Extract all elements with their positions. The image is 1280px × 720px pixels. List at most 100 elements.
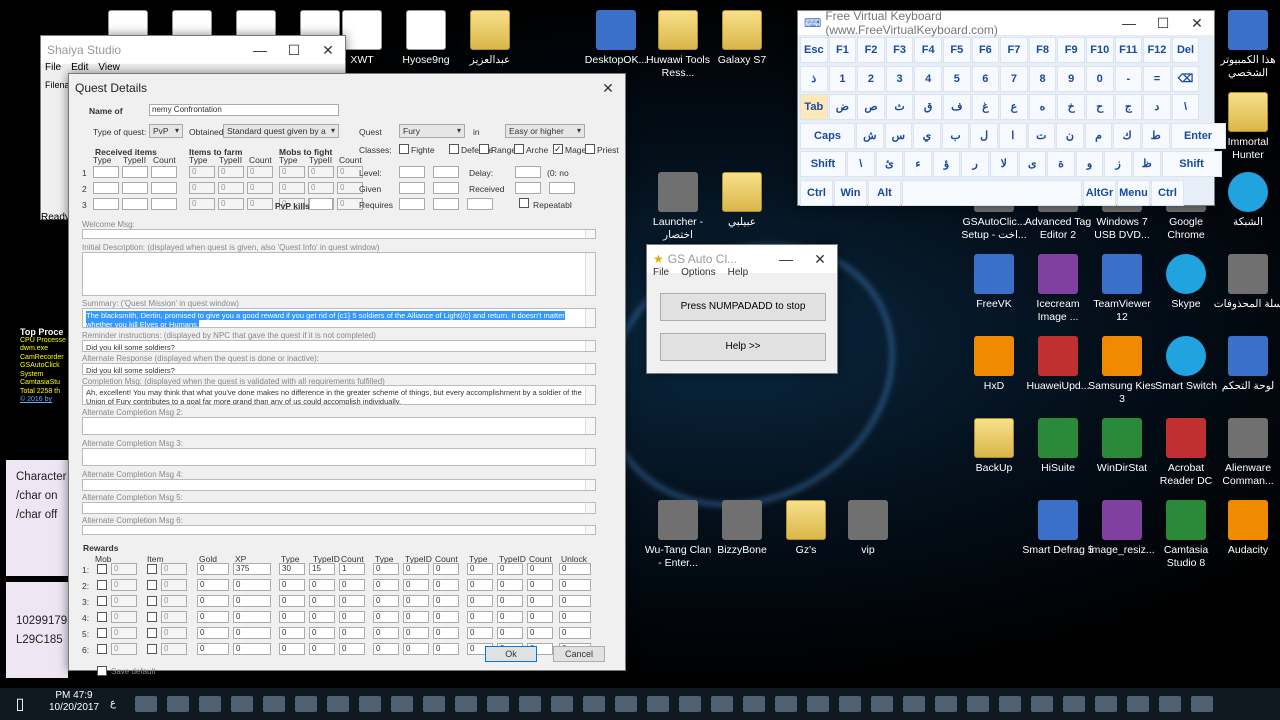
reward-extra-input[interactable]: 0 xyxy=(467,627,493,639)
reward-gold-input[interactable]: 0 xyxy=(197,611,229,623)
key[interactable]: F7 xyxy=(1000,37,1028,63)
key[interactable]: ج xyxy=(1114,94,1143,120)
reward-t1-input[interactable]: 0 xyxy=(279,579,305,591)
difficulty-select[interactable]: Easy or higher xyxy=(505,124,585,138)
grid-input[interactable]: 0 xyxy=(308,182,334,194)
key[interactable]: Ctrl xyxy=(1151,179,1184,206)
obtained-select[interactable]: Standard quest given by a xyxy=(223,124,339,138)
mob-checkbox[interactable] xyxy=(97,564,107,574)
class-checkbox[interactable] xyxy=(399,144,409,154)
item-checkbox[interactable] xyxy=(147,580,157,590)
reward-extra-input[interactable]: 0 xyxy=(559,563,591,575)
reward-gold-input[interactable]: 0 xyxy=(197,595,229,607)
key[interactable]: ق xyxy=(914,94,942,120)
taskbar-app-icon[interactable] xyxy=(711,696,733,712)
key[interactable]: ى xyxy=(1018,151,1047,177)
key[interactable]: = xyxy=(1143,65,1171,92)
menu-item[interactable]: File xyxy=(653,267,669,278)
key[interactable]: F11 xyxy=(1114,37,1143,63)
language-indicator[interactable]: ع xyxy=(110,698,116,710)
reward-c1-input[interactable]: 0 xyxy=(339,611,365,623)
grid-input[interactable] xyxy=(151,166,177,178)
taskbar-app-icon[interactable] xyxy=(391,696,413,712)
reward-extra-input[interactable]: 0 xyxy=(433,595,459,607)
mob-checkbox[interactable] xyxy=(97,628,107,638)
key[interactable]: Shift xyxy=(1161,151,1222,177)
desktop-icon[interactable]: vip xyxy=(832,500,904,557)
grid-input[interactable]: 0 xyxy=(218,182,244,194)
key[interactable]: ئ xyxy=(875,151,904,177)
requires-input-3[interactable] xyxy=(467,198,493,210)
save-default-checkbox[interactable] xyxy=(97,666,107,676)
taskbar-app-icon[interactable] xyxy=(295,696,317,712)
grid-input[interactable]: 0 xyxy=(218,166,244,178)
item-checkbox[interactable] xyxy=(147,628,157,638)
reward-extra-input[interactable]: 0 xyxy=(527,579,553,591)
received-input-2[interactable] xyxy=(549,182,575,194)
key[interactable]: F6 xyxy=(971,37,1000,63)
item-checkbox[interactable] xyxy=(147,564,157,574)
reward-c1-input[interactable]: 0 xyxy=(339,579,365,591)
key[interactable]: 7 xyxy=(1000,65,1028,92)
reward-gold-input[interactable]: 0 xyxy=(197,579,229,591)
desktop-icon[interactable]: image_resiz... xyxy=(1086,500,1158,557)
item-input[interactable]: 0 xyxy=(161,627,187,639)
desktop-icon[interactable]: HuaweiUpd... xyxy=(1022,336,1094,393)
reward-id1-input[interactable]: 15 xyxy=(309,563,335,575)
alt-completion-2-field[interactable] xyxy=(82,417,596,435)
grid-input[interactable]: 0 xyxy=(279,166,305,178)
copyright-link[interactable]: © 2016 by xyxy=(20,396,70,405)
maximize-button[interactable]: ☐ xyxy=(1146,15,1180,32)
desktop-icon[interactable]: FreeVK xyxy=(958,254,1030,311)
key[interactable]: Enter xyxy=(1170,122,1226,149)
key[interactable]: ذ xyxy=(800,65,828,92)
grid-input[interactable]: 0 xyxy=(308,166,334,178)
reward-extra-input[interactable]: 0 xyxy=(527,595,553,607)
welcome-msg-field[interactable] xyxy=(82,229,596,239)
desktop-icon[interactable]: عبيلبي xyxy=(706,172,778,229)
class-checkbox[interactable] xyxy=(585,144,595,154)
desktop-icon[interactable]: Launcher - اختصار xyxy=(642,172,714,242)
reward-extra-input[interactable]: 0 xyxy=(527,563,553,575)
taskbar-app-icon[interactable] xyxy=(583,696,605,712)
key[interactable]: ك xyxy=(1113,122,1141,149)
item-input[interactable]: 0 xyxy=(161,563,187,575)
class-checkbox[interactable] xyxy=(449,144,459,154)
taskbar-app-icon[interactable] xyxy=(903,696,925,712)
desktop-icon[interactable]: Audacity xyxy=(1212,500,1280,557)
desktop-icon[interactable]: WinDirStat xyxy=(1086,418,1158,475)
key[interactable]: ي xyxy=(913,122,941,149)
faction-select[interactable]: Fury xyxy=(399,124,465,138)
reward-t1-input[interactable]: 0 xyxy=(279,595,305,607)
completion-field[interactable]: Ah, excellent! You may think that what y… xyxy=(82,385,596,405)
reward-extra-input[interactable]: 0 xyxy=(467,579,493,591)
key[interactable]: 8 xyxy=(1028,65,1057,92)
reward-extra-input[interactable]: 0 xyxy=(433,563,459,575)
reward-extra-input[interactable]: 0 xyxy=(373,627,399,639)
grid-input[interactable] xyxy=(151,198,177,210)
key[interactable]: ف xyxy=(942,94,971,120)
alt-completion-5-field[interactable] xyxy=(82,502,596,514)
reward-extra-input[interactable]: 0 xyxy=(433,579,459,591)
grid-input[interactable] xyxy=(151,182,177,194)
desktop-icon[interactable]: سلة المحذوفات xyxy=(1212,254,1280,311)
reward-extra-input[interactable]: 0 xyxy=(527,611,553,623)
maximize-button[interactable]: ☐ xyxy=(277,42,311,59)
reward-extra-input[interactable]: 0 xyxy=(433,643,459,655)
reward-extra-input[interactable]: 0 xyxy=(373,579,399,591)
minimize-button[interactable]: — xyxy=(1112,15,1146,31)
desktop-icon[interactable]: TeamViewer 12 xyxy=(1086,254,1158,324)
key[interactable]: AltGr xyxy=(1083,179,1116,206)
key[interactable]: F10 xyxy=(1085,37,1114,63)
reward-extra-input[interactable]: 0 xyxy=(433,627,459,639)
menu-item[interactable]: File xyxy=(45,62,61,73)
given-input-2[interactable] xyxy=(433,182,459,194)
taskbar-app-icon[interactable] xyxy=(359,696,381,712)
quest-name-input[interactable]: nemy Confrontation xyxy=(149,104,339,116)
key[interactable]: 5 xyxy=(942,65,971,92)
item-checkbox[interactable] xyxy=(147,644,157,654)
mob-input[interactable]: 0 xyxy=(111,595,137,607)
desktop-icon[interactable]: الشبكة xyxy=(1212,172,1280,229)
key[interactable]: 6 xyxy=(971,65,1000,92)
reward-id1-input[interactable]: 0 xyxy=(309,643,335,655)
